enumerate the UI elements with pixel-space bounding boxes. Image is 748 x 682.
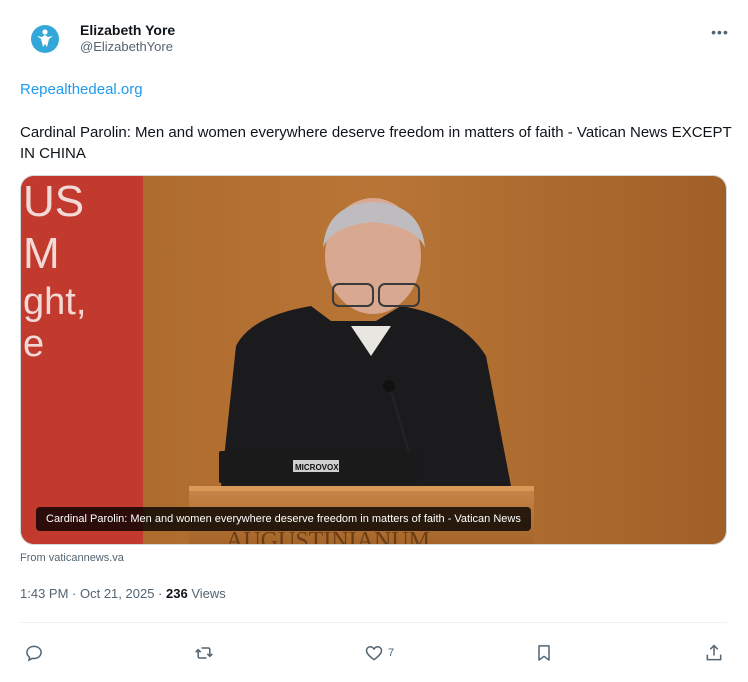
video-still-image: US M ght, e MICROVOX AUGUSTINIANUM	[21, 176, 726, 544]
tweet-meta: 1:43 PM · Oct 21, 2025 · 236 Views	[20, 586, 226, 601]
tweet-text: Cardinal Parolin: Men and women everywhe…	[20, 124, 732, 162]
avatar[interactable]	[28, 22, 62, 56]
tweet-link[interactable]: Repealthedeal.org	[20, 81, 143, 98]
link-card-image[interactable]: US M ght, e MICROVOX AUGUSTINIANUM	[20, 175, 727, 545]
share-icon	[706, 644, 722, 661]
reply-icon	[26, 645, 42, 662]
meta-separator: ·	[68, 586, 80, 601]
repost-button[interactable]	[194, 642, 218, 664]
banner-text-1: US	[23, 177, 84, 226]
like-button[interactable]: 7	[364, 642, 394, 664]
bookmark-icon	[538, 645, 550, 661]
banner-text-3: ght,	[23, 281, 86, 323]
views-count: 236	[166, 586, 188, 601]
author-handle[interactable]: @ElizabethYore	[80, 39, 173, 54]
meta-separator: ·	[154, 586, 166, 601]
banner-text-4: e	[23, 323, 44, 365]
tweet-date[interactable]: Oct 21, 2025	[80, 586, 154, 601]
divider	[20, 622, 727, 623]
repost-icon	[195, 647, 213, 659]
like-count: 7	[388, 647, 395, 659]
avatar-icon	[28, 22, 62, 56]
author-name[interactable]: Elizabeth Yore	[80, 22, 175, 38]
tweet-time[interactable]: 1:43 PM	[20, 586, 68, 601]
views-label: Views	[187, 586, 226, 601]
card-caption: Cardinal Parolin: Men and women everywhe…	[36, 507, 531, 531]
card-source[interactable]: From vaticannews.va	[20, 552, 124, 564]
banner-text-2: M	[23, 229, 60, 278]
more-options-icon[interactable]: •••	[708, 24, 732, 44]
bookmark-button[interactable]	[534, 642, 558, 664]
share-button[interactable]	[704, 642, 728, 664]
podium-brand: MICROVOX	[295, 463, 339, 472]
reply-button[interactable]	[24, 642, 48, 664]
heart-icon	[365, 645, 383, 661]
